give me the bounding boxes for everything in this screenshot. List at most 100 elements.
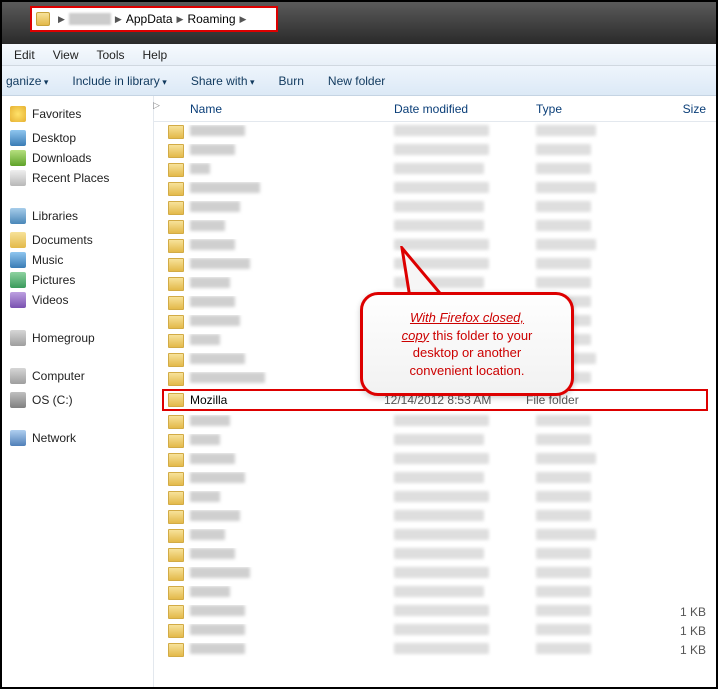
- table-row[interactable]: 1 KB: [154, 621, 716, 640]
- table-row[interactable]: [154, 469, 716, 488]
- folder-icon: [168, 491, 184, 505]
- nav-downloads[interactable]: Downloads: [32, 151, 91, 165]
- address-bar[interactable]: ▶ ▶ AppData ▶ Roaming ▶: [30, 6, 278, 32]
- folder-icon: [168, 353, 184, 367]
- folder-icon: [168, 434, 184, 448]
- table-row[interactable]: [154, 141, 716, 160]
- table-row[interactable]: [154, 122, 716, 141]
- chevron-right-icon: ▶: [240, 14, 247, 25]
- share-with-button[interactable]: Share with: [191, 74, 255, 88]
- libraries-icon: [10, 208, 26, 224]
- table-row[interactable]: [154, 583, 716, 602]
- folder-icon: [168, 372, 184, 386]
- folder-icon: [168, 334, 184, 348]
- address-user-blurred: [69, 13, 111, 25]
- folder-icon: [168, 163, 184, 177]
- table-row[interactable]: [154, 488, 716, 507]
- folder-icon: [168, 472, 184, 486]
- videos-icon: [10, 292, 26, 308]
- nav-desktop[interactable]: Desktop: [32, 131, 76, 145]
- table-row[interactable]: [154, 526, 716, 545]
- nav-pane: Favorites Desktop Downloads Recent Place…: [2, 96, 154, 687]
- table-row[interactable]: [154, 217, 716, 236]
- nav-documents[interactable]: Documents: [32, 233, 93, 247]
- folder-icon: [168, 296, 184, 310]
- chevron-right-icon: ▶: [115, 14, 122, 25]
- folder-icon: [168, 277, 184, 291]
- folder-icon: [168, 567, 184, 581]
- table-row[interactable]: [154, 507, 716, 526]
- col-date[interactable]: Date modified: [394, 102, 536, 116]
- table-row[interactable]: [154, 545, 716, 564]
- network-icon: [10, 430, 26, 446]
- callout-line: desktop or another: [413, 345, 521, 360]
- menu-edit[interactable]: Edit: [14, 48, 35, 62]
- table-row[interactable]: [154, 564, 716, 583]
- folder-icon: [168, 605, 184, 619]
- callout-line: copy: [402, 328, 429, 343]
- folder-icon: [168, 125, 184, 139]
- burn-button[interactable]: Burn: [279, 74, 304, 88]
- callout-line: convenient location.: [410, 363, 525, 378]
- callout-line: this folder to your: [429, 328, 532, 343]
- documents-icon: [10, 232, 26, 248]
- table-row[interactable]: [154, 450, 716, 469]
- desktop-icon: [10, 130, 26, 146]
- nav-computer[interactable]: Computer: [32, 369, 85, 383]
- annotation-callout: With Firefox closed, copy this folder to…: [360, 292, 574, 396]
- folder-icon: [168, 201, 184, 215]
- folder-icon: [168, 258, 184, 272]
- titlebar: ▶ ▶ AppData ▶ Roaming ▶: [2, 2, 716, 44]
- folder-icon: [168, 586, 184, 600]
- table-row[interactable]: [154, 179, 716, 198]
- nav-pictures[interactable]: Pictures: [32, 273, 75, 287]
- column-headers: Name Date modified Type Size: [154, 96, 716, 122]
- table-row[interactable]: [154, 412, 716, 431]
- nav-recent[interactable]: Recent Places: [32, 171, 109, 185]
- table-row[interactable]: [154, 431, 716, 450]
- downloads-icon: [10, 150, 26, 166]
- toolbar: ganize Include in library Share with Bur…: [2, 66, 716, 96]
- address-seg[interactable]: Roaming: [187, 12, 235, 26]
- drive-icon: [10, 392, 26, 408]
- file-name: Mozilla: [184, 393, 384, 407]
- table-row[interactable]: [154, 160, 716, 179]
- col-type[interactable]: Type: [536, 102, 654, 116]
- menu-view[interactable]: View: [53, 48, 79, 62]
- folder-icon: [168, 453, 184, 467]
- nav-music[interactable]: Music: [32, 253, 63, 267]
- menu-tools[interactable]: Tools: [96, 48, 124, 62]
- pictures-icon: [10, 272, 26, 288]
- menu-help[interactable]: Help: [143, 48, 168, 62]
- nav-videos[interactable]: Videos: [32, 293, 68, 307]
- nav-libraries[interactable]: Libraries: [32, 209, 78, 223]
- expand-icon[interactable]: ▷: [153, 100, 160, 111]
- folder-icon: [168, 393, 184, 407]
- nav-favorites[interactable]: Favorites: [32, 107, 81, 121]
- col-size[interactable]: Size: [654, 102, 716, 116]
- folder-icon: [168, 239, 184, 253]
- folder-icon: [168, 624, 184, 638]
- folder-icon: [168, 220, 184, 234]
- include-in-library-button[interactable]: Include in library: [72, 74, 166, 88]
- table-row[interactable]: 1 KB: [154, 640, 716, 659]
- nav-network[interactable]: Network: [32, 431, 76, 445]
- organize-button[interactable]: ganize: [6, 74, 48, 88]
- folder-icon: [168, 643, 184, 657]
- table-row[interactable]: [154, 198, 716, 217]
- recent-icon: [10, 170, 26, 186]
- folder-icon: [168, 144, 184, 158]
- folder-icon: [168, 415, 184, 429]
- folder-icon: [168, 315, 184, 329]
- nav-homegroup[interactable]: Homegroup: [32, 331, 95, 345]
- nav-osdrive[interactable]: OS (C:): [32, 393, 73, 407]
- menubar: Edit View Tools Help: [2, 44, 716, 66]
- address-seg[interactable]: AppData: [126, 12, 173, 26]
- folder-icon: [168, 510, 184, 524]
- chevron-right-icon: ▶: [177, 14, 184, 25]
- new-folder-button[interactable]: New folder: [328, 74, 385, 88]
- col-name[interactable]: Name: [154, 102, 394, 116]
- table-row[interactable]: 1 KB: [154, 602, 716, 621]
- callout-line: With Firefox closed,: [410, 310, 524, 325]
- folder-icon: [168, 529, 184, 543]
